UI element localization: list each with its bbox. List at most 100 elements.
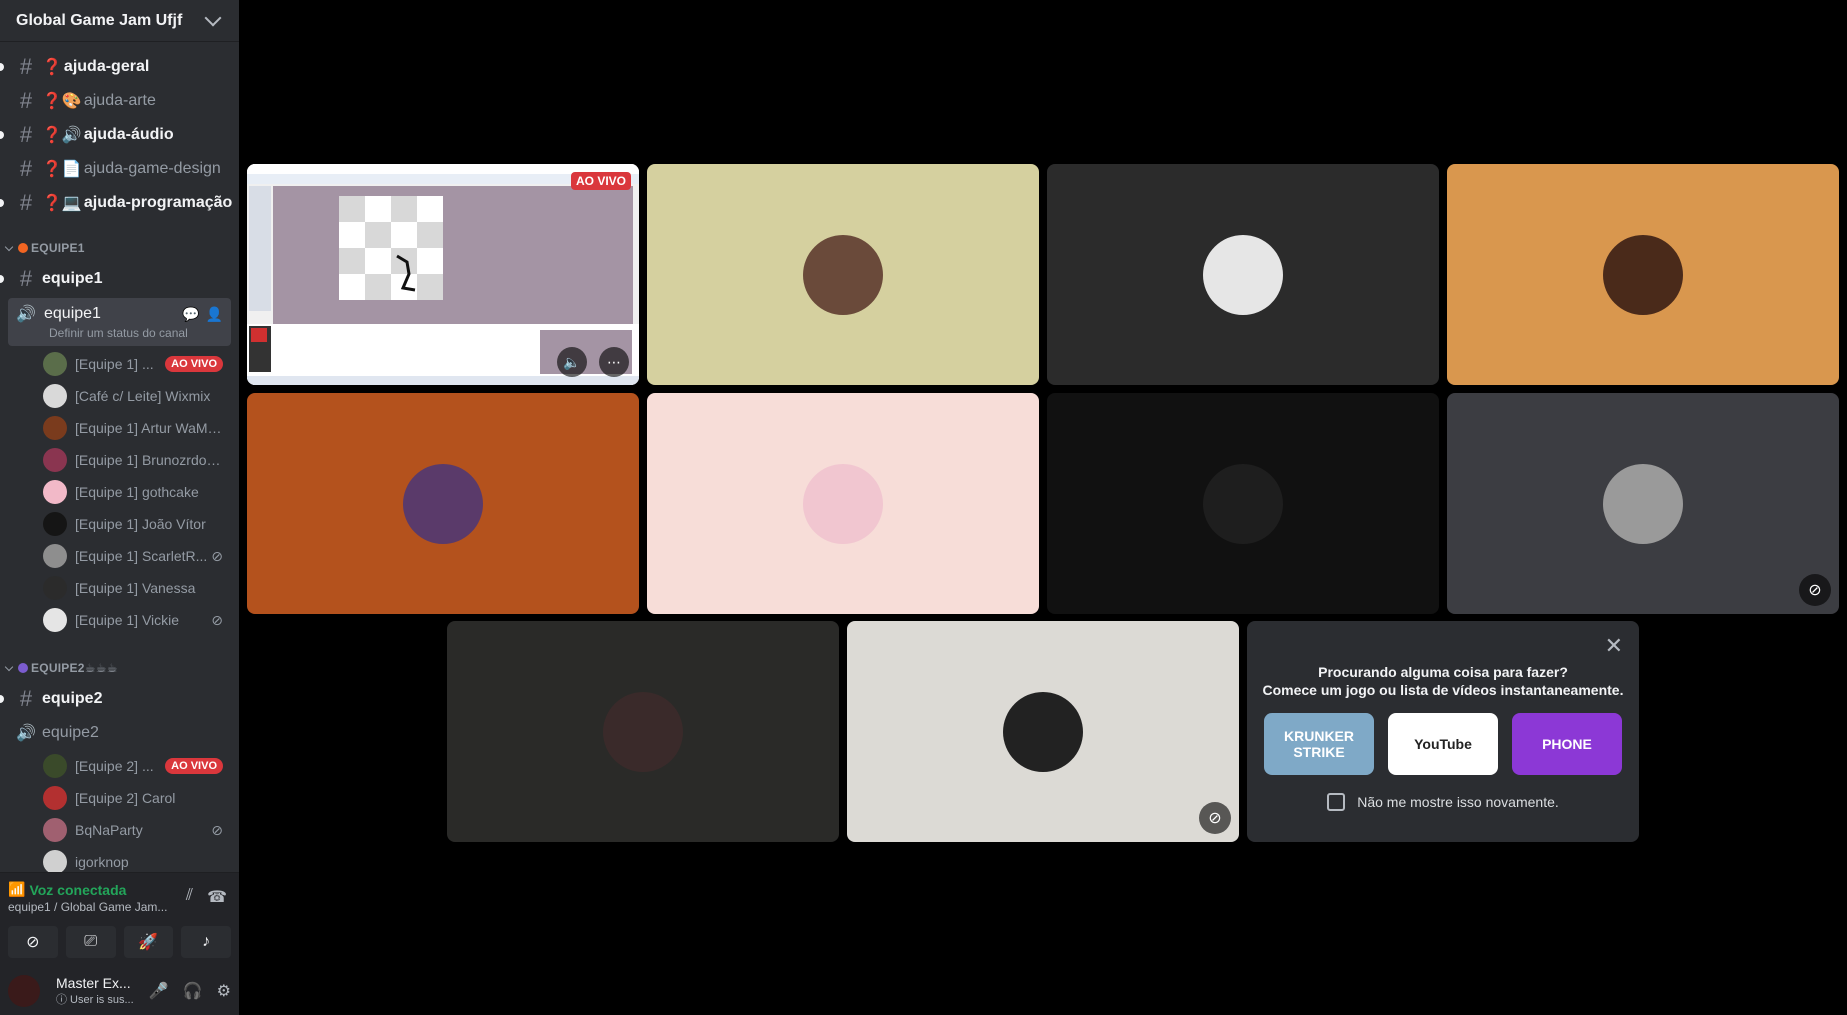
channel-item[interactable]: # ❓📄 ajuda-game-design: [0, 152, 239, 186]
participant-tile[interactable]: [1047, 164, 1439, 385]
member-name: [Equipe 1] gothcake: [75, 484, 199, 500]
channel-equipe2-voice[interactable]: 🔊 equipe2: [0, 716, 239, 750]
channel-item[interactable]: # ❓🎨 ajuda-arte: [0, 84, 239, 118]
server-header[interactable]: Global Game Jam Ufjf: [0, 0, 239, 42]
member-name: igorknop: [75, 854, 129, 870]
volume-button[interactable]: 🔈: [557, 347, 587, 377]
channel-equipe1-text[interactable]: # equipe1: [0, 262, 239, 296]
participant-avatar: [403, 463, 483, 544]
member-name: [Equipe 2] Carol: [75, 790, 176, 806]
avatar: [43, 544, 67, 568]
channel-label: equipe2: [42, 690, 103, 707]
voice-member[interactable]: [Equipe 1] ScarletR... ⊘: [0, 540, 239, 572]
participant-tile[interactable]: [647, 393, 1039, 614]
activity-option[interactable]: KRUNKER STRIKE: [1264, 713, 1374, 775]
participant-tile[interactable]: [1447, 164, 1839, 385]
channel-equipe2-text[interactable]: # equipe2: [0, 682, 239, 716]
category-label: EQUIPE1: [31, 241, 85, 255]
channel-equipe1-voice[interactable]: 🔊 equipe1 Definir um status do canal 💬 👤: [8, 298, 231, 346]
member-name: [Equipe 2] ...: [75, 758, 154, 774]
channel-label: ajuda-arte: [83, 92, 156, 109]
participant-avatar: [803, 463, 883, 544]
camera-off-button[interactable]: ⊘: [8, 926, 58, 958]
unread-indicator: [0, 199, 4, 207]
voice-member[interactable]: [Equipe 1] ... AO VIVO: [0, 348, 239, 380]
invite-user-icon[interactable]: 👤: [206, 306, 223, 323]
gear-icon[interactable]: ⚙: [217, 981, 231, 1001]
hash-icon: #: [19, 190, 33, 215]
voice-member[interactable]: [Equipe 1] Vanessa: [0, 572, 239, 604]
share-screen-button[interactable]: ⎚: [65, 926, 116, 958]
activity-title: Procurando alguma coisa para fazer?: [1318, 664, 1568, 680]
chevron-down-icon: [4, 662, 14, 671]
avatar: [43, 608, 67, 632]
category-equipe1[interactable]: EQUIPE1: [0, 234, 239, 262]
voice-connection-panel: 📶 Voz conectada equipe1 / Global Game Ja…: [0, 872, 239, 966]
channel-item[interactable]: # ❓💻 ajuda-programação: [0, 186, 239, 220]
user-status: ⓘ User is sus...: [56, 993, 134, 1006]
channel-emoji-prefix: ❓🎨: [42, 93, 82, 110]
voice-member[interactable]: [Equipe 2] Carol: [0, 782, 239, 814]
activities-button[interactable]: 🚀: [123, 926, 174, 958]
member-name: [Equipe 1] Brunozrdoom: [75, 452, 223, 468]
muted-mic-icon: ⊘: [211, 611, 223, 628]
avatar: [43, 512, 67, 536]
more-options-button[interactable]: ⋯: [599, 347, 629, 377]
chat-bubble-icon[interactable]: 💬: [182, 306, 199, 323]
channel-item[interactable]: # ❓🔊 ajuda-áudio: [0, 118, 239, 152]
voice-member[interactable]: [Equipe 1] João Vítor: [0, 508, 239, 540]
channel-emoji-prefix: ❓🔊: [42, 127, 82, 144]
headphones-icon[interactable]: 🎧: [183, 981, 203, 1001]
activity-option[interactable]: YouTube: [1388, 713, 1498, 775]
participant-tile[interactable]: [447, 621, 839, 842]
category-equipe2[interactable]: EQUIPE2☕☕☕: [0, 654, 239, 682]
avatar: [43, 480, 67, 504]
speaker-icon: 🔈: [563, 353, 581, 370]
dont-show-again[interactable]: Não me mostre isso novamente.: [1247, 793, 1639, 811]
category-color-icon: [18, 243, 28, 253]
avatar[interactable]: [8, 974, 40, 1007]
live-badge: AO VIVO: [570, 172, 631, 190]
hash-icon: #: [19, 266, 33, 291]
participant-tile[interactable]: [647, 164, 1039, 385]
channel-label: ajuda-áudio: [83, 126, 174, 143]
noise-suppression-icon[interactable]: ⫽: [186, 887, 193, 907]
avatar: [43, 818, 67, 842]
activity-option[interactable]: PHONE: [1512, 713, 1622, 775]
user-name: Master Ex...: [56, 974, 131, 991]
voice-member[interactable]: [Equipe 1] Brunozrdoom: [0, 444, 239, 476]
activity-suggestion-card: ✕ Procurando alguma coisa para fazer? Co…: [1247, 621, 1639, 842]
participant-avatar: [1203, 234, 1283, 315]
chevron-down-icon: [204, 9, 222, 26]
category-color-icon: [18, 663, 28, 673]
member-name: [Café c/ Leite] Wixmix: [75, 388, 211, 404]
voice-member[interactable]: [Equipe 2] ... AO VIVO: [0, 750, 239, 782]
channel-item[interactable]: # ❓ ajuda-geral: [0, 50, 239, 84]
speaker-icon: 🔊: [16, 725, 36, 742]
member-name: [Equipe 1] Vickie: [75, 612, 180, 628]
participant-tile[interactable]: [1047, 393, 1439, 614]
channel-emoji-prefix: ❓: [42, 59, 62, 76]
voice-member[interactable]: [Equipe 1] gothcake: [0, 476, 239, 508]
channel-status-placeholder[interactable]: Definir um status do canal: [16, 326, 223, 340]
participant-tile[interactable]: [247, 393, 639, 614]
participant-tile[interactable]: ⊘: [847, 621, 1239, 842]
avatar: [43, 448, 67, 472]
checkbox[interactable]: [1327, 793, 1346, 811]
channel-label: ajuda-game-design: [83, 160, 221, 177]
member-name: BqNaParty: [75, 822, 143, 838]
voice-member[interactable]: BqNaParty ⊘: [0, 814, 239, 846]
close-icon[interactable]: ✕: [1605, 633, 1623, 659]
stream-tile[interactable]: AO VIVO 🔈 ⋯: [247, 164, 639, 385]
microphone-icon[interactable]: 🎤: [149, 981, 169, 1001]
channel-sidebar: Global Game Jam Ufjf # ❓ ajuda-geral # ❓🎨 aju…: [0, 0, 239, 1015]
soundboard-button[interactable]: ♪: [181, 926, 231, 958]
voice-member[interactable]: [Café c/ Leite] Wixmix: [0, 380, 239, 412]
hash-icon: #: [19, 156, 33, 181]
participant-tile[interactable]: ⊘: [1447, 393, 1839, 614]
soundboard-icon: ♪: [202, 933, 211, 950]
disconnect-icon[interactable]: ☎: [207, 887, 227, 907]
voice-member[interactable]: [Equipe 1] Artur WaMser: [0, 412, 239, 444]
voice-member[interactable]: [Equipe 1] Vickie ⊘: [0, 604, 239, 636]
category-label: EQUIPE2☕☕☕: [31, 661, 118, 675]
